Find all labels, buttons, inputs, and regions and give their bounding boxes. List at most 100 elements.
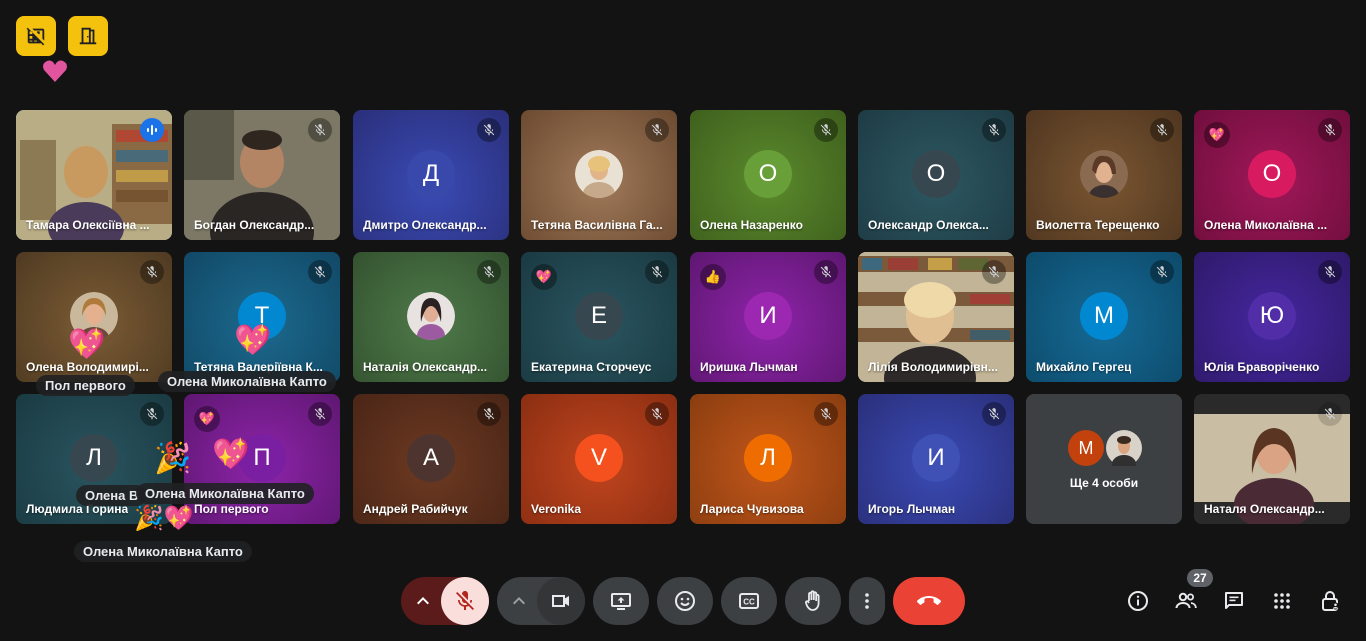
reactions-button[interactable]: [657, 577, 713, 625]
apps-grid-icon: [1274, 593, 1290, 609]
participant-name: Виолетта Терещенко: [1036, 218, 1160, 232]
mic-off-icon: [456, 591, 474, 610]
muted-indicator: [477, 260, 501, 284]
svg-text:CC: CC: [743, 598, 755, 607]
participant-tile[interactable]: Т Тетяна Валеріївна К...: [184, 252, 340, 382]
unmute-button[interactable]: [441, 577, 489, 625]
camera-toggle-button[interactable]: [537, 577, 585, 625]
avatar: Е: [575, 292, 623, 340]
heart-reaction: 💖: [212, 438, 250, 471]
video-options-button[interactable]: [497, 577, 541, 625]
muted-indicator: [477, 402, 501, 426]
participant-tile[interactable]: О Олена Назаренко: [690, 110, 846, 240]
muted-indicator: [814, 260, 838, 284]
more-participants-tile[interactable]: М Ще 4 особи: [1026, 394, 1182, 524]
participant-name: Богдан Олександр...: [194, 218, 315, 232]
participant-name: Игорь Лычман: [868, 502, 956, 516]
camera-control-group: [497, 577, 585, 625]
avatar: М: [1080, 292, 1128, 340]
reaction-name-chip: Олена Миколаївна Капто: [158, 371, 336, 392]
participant-tile[interactable]: Лілія Володимирівн...: [858, 252, 1014, 382]
avatar: V: [575, 434, 623, 482]
participant-tile[interactable]: Ю Юлія Браворіченко: [1194, 252, 1350, 382]
participant-tile[interactable]: Виолетта Терещенко: [1026, 110, 1182, 240]
people-button[interactable]: [1173, 588, 1199, 614]
participant-name: Михайло Гергец: [1036, 360, 1132, 374]
mic-off-icon: [483, 408, 495, 420]
mic-off-icon: [1156, 266, 1168, 278]
participant-name: Наталія Олександр...: [363, 360, 488, 374]
raise-hand-button[interactable]: [785, 577, 841, 625]
more-options-button[interactable]: [849, 577, 885, 625]
hide-video-tiles-button[interactable]: [16, 16, 56, 56]
muted-indicator: [308, 402, 332, 426]
muted-indicator: [140, 260, 164, 284]
avatar: О: [1248, 150, 1296, 198]
muted-indicator: [814, 402, 838, 426]
participant-tile[interactable]: Олена Володимирі...: [16, 252, 172, 382]
present-screen-icon: [611, 593, 631, 610]
reaction-name-chip: Олена Миколаївна Капто: [74, 541, 252, 562]
participant-name: Лариса Чувизова: [700, 502, 804, 516]
muted-indicator: [1150, 118, 1174, 142]
leave-call-button[interactable]: [893, 577, 965, 625]
present-screen-button[interactable]: [593, 577, 649, 625]
participant-tile[interactable]: П 💖 Пол первого: [184, 394, 340, 524]
audio-options-button[interactable]: [401, 577, 445, 625]
mic-off-icon: [314, 408, 326, 420]
mic-off-icon: [651, 408, 663, 420]
lock-person-icon: [1322, 591, 1339, 611]
muted-indicator: [1318, 260, 1342, 284]
chat-icon: [1225, 592, 1243, 609]
participant-tile[interactable]: Наталя Олександр...: [1194, 394, 1350, 524]
participant-tile[interactable]: Д Дмитро Олександр...: [353, 110, 509, 240]
heart-reaction: 💖: [234, 324, 272, 357]
host-controls-button[interactable]: [1317, 588, 1343, 614]
mic-off-icon: [651, 124, 663, 136]
avatar: И: [912, 434, 960, 482]
avatar: О: [744, 150, 792, 198]
muted-indicator: [1318, 402, 1342, 426]
participant-name: Дмитро Олександр...: [363, 218, 487, 232]
participant-name: Наталя Олександр...: [1204, 502, 1325, 516]
captions-button[interactable]: CC: [721, 577, 777, 625]
mic-off-icon: [820, 408, 832, 420]
avatar: [575, 150, 623, 198]
chat-button[interactable]: [1221, 588, 1247, 614]
participant-tile[interactable]: А Андрей Рабийчук: [353, 394, 509, 524]
breakout-rooms-button[interactable]: [68, 16, 108, 56]
mic-off-icon: [1324, 124, 1336, 136]
reaction-badge: 💖: [531, 264, 557, 290]
participant-tile[interactable]: Богдан Олександр...: [184, 110, 340, 240]
participant-tile[interactable]: И 👍 Иришка Лычман: [690, 252, 846, 382]
participant-name: Veronika: [531, 502, 582, 516]
mic-off-icon: [1324, 408, 1336, 420]
closed-captions-icon: CC: [739, 593, 759, 609]
participant-tile[interactable]: V Veronika: [521, 394, 677, 524]
reaction-badge: 💖: [194, 406, 220, 432]
avatar: [407, 292, 455, 340]
avatar: М: [1068, 430, 1104, 466]
participant-name: Олена Володимирі...: [26, 360, 149, 374]
avatar: О: [912, 150, 960, 198]
participant-tile[interactable]: Наталія Олександр...: [353, 252, 509, 382]
participant-tile[interactable]: М Михайло Гергец: [1026, 252, 1182, 382]
participant-tile[interactable]: И Игорь Лычман: [858, 394, 1014, 524]
participant-name: Олена Миколаївна ...: [1204, 218, 1328, 232]
grid-off-icon: [26, 27, 45, 46]
participant-tile[interactable]: Тетяна Василівна Га...: [521, 110, 677, 240]
muted-indicator: [308, 118, 332, 142]
participant-tile[interactable]: Тамара Олексіївна ...: [16, 110, 172, 240]
participant-name: Тетяна Василівна Га...: [531, 218, 663, 232]
participant-tile[interactable]: О 💖 Олена Миколаївна ...: [1194, 110, 1350, 240]
hand-icon: [805, 590, 820, 611]
activities-button[interactable]: [1269, 588, 1295, 614]
participant-tile[interactable]: Е 💖 Екатерина Сторчеус: [521, 252, 677, 382]
participant-tile[interactable]: Л Лариса Чувизова: [690, 394, 846, 524]
participant-tile[interactable]: О Олександр Олекса...: [858, 110, 1014, 240]
mic-off-icon: [314, 124, 326, 136]
meeting-details-button[interactable]: [1125, 588, 1151, 614]
participant-name: Андрей Рабийчук: [363, 502, 468, 516]
people-icon: [1175, 592, 1197, 609]
speaking-indicator: [140, 118, 164, 142]
